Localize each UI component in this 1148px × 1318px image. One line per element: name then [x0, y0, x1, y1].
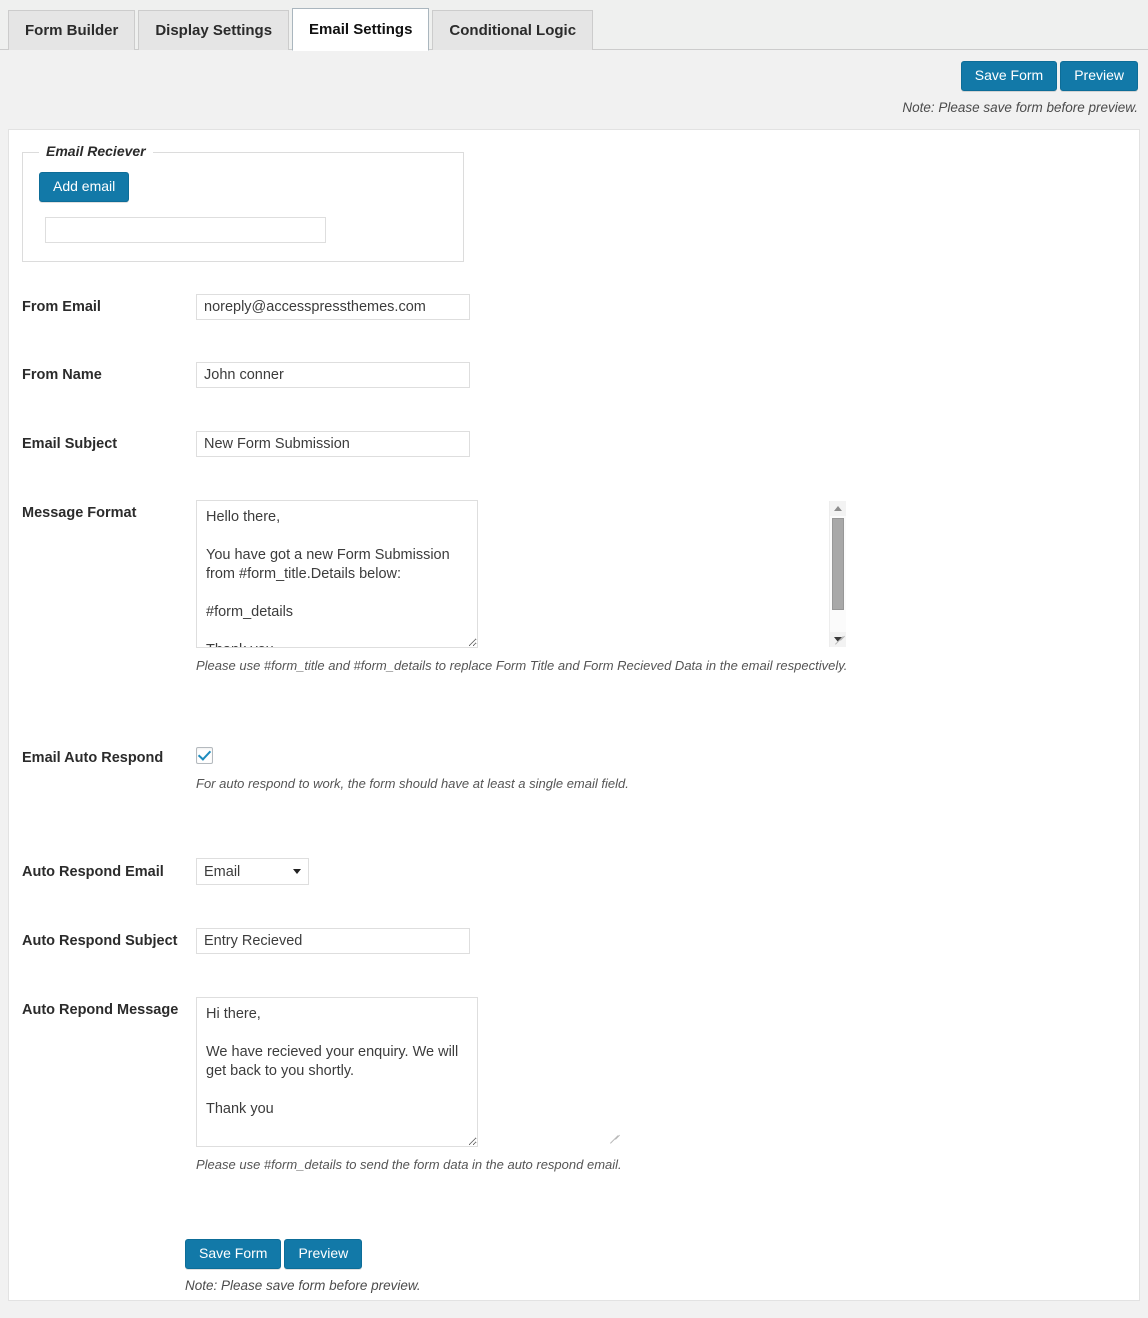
- top-actions: Save Form Preview Note: Please save form…: [902, 61, 1138, 115]
- auto-respond-subject-label: Auto Respond Subject: [22, 933, 178, 949]
- message-format-scrollbar[interactable]: [829, 501, 847, 647]
- tab-bar: Form Builder Display Settings Email Sett…: [0, 0, 1148, 51]
- message-format-textarea[interactable]: Hello there, You have got a new Form Sub…: [196, 500, 478, 648]
- email-subject-label: Email Subject: [22, 436, 118, 452]
- bottom-button-row: Save Form Preview: [185, 1239, 421, 1270]
- auto-respond-subject-input[interactable]: [196, 928, 470, 954]
- email-settings-panel: Email Reciever Add email From Email From…: [8, 129, 1140, 1301]
- preview-button-top[interactable]: Preview: [1060, 61, 1138, 92]
- tab-label: Email Settings: [309, 21, 413, 38]
- save-form-button-bottom[interactable]: Save Form: [185, 1239, 282, 1270]
- tab-email-settings[interactable]: Email Settings: [292, 8, 430, 51]
- auto-respond-email-label: Auto Respond Email: [22, 864, 164, 880]
- tab-label: Form Builder: [25, 22, 119, 39]
- email-auto-respond-helper: For auto respond to work, the form shoul…: [196, 776, 629, 791]
- tab-label: Conditional Logic: [449, 22, 577, 39]
- email-receiver-fieldset: Email Reciever Add email: [22, 143, 464, 262]
- scroll-down-arrow-icon[interactable]: [830, 632, 847, 647]
- scrollbar-thumb[interactable]: [832, 518, 845, 610]
- top-button-row: Save Form Preview: [902, 61, 1138, 92]
- email-receiver-input[interactable]: [45, 217, 326, 243]
- auto-respond-message-textarea-wrap: Hi there, We have recieved your enquiry.…: [196, 997, 622, 1147]
- auto-respond-email-select[interactable]: Email: [196, 858, 309, 885]
- tab-form-builder[interactable]: Form Builder: [8, 10, 136, 51]
- top-save-note: Note: Please save form before preview.: [902, 100, 1138, 116]
- from-name-label: From Name: [22, 367, 102, 383]
- tab-conditional-logic[interactable]: Conditional Logic: [432, 10, 594, 51]
- tab-label: Display Settings: [155, 22, 273, 39]
- message-format-helper: Please use #form_title and #form_details…: [196, 658, 848, 673]
- auto-respond-message-helper: Please use #form_details to send the for…: [196, 1157, 622, 1172]
- from-email-input[interactable]: [196, 294, 470, 320]
- from-email-label: From Email: [22, 299, 101, 315]
- tab-display-settings[interactable]: Display Settings: [138, 10, 290, 51]
- email-auto-respond-checkbox[interactable]: [196, 747, 213, 764]
- add-email-button[interactable]: Add email: [39, 172, 130, 203]
- message-format-textarea-wrap: Hello there, You have got a new Form Sub…: [196, 500, 847, 648]
- from-name-input[interactable]: [196, 362, 470, 388]
- bottom-save-note: Note: Please save form before preview.: [185, 1278, 421, 1294]
- tab-list: Form Builder Display Settings Email Sett…: [8, 0, 1148, 51]
- preview-button-bottom[interactable]: Preview: [284, 1239, 363, 1270]
- email-auto-respond-label: Email Auto Respond: [22, 750, 164, 766]
- save-form-button-top[interactable]: Save Form: [960, 61, 1058, 92]
- scroll-up-arrow-icon[interactable]: [830, 501, 847, 516]
- email-receiver-legend: Email Reciever: [39, 143, 153, 159]
- bottom-actions: Save Form Preview Note: Please save form…: [185, 1239, 421, 1293]
- email-subject-input[interactable]: [196, 431, 470, 457]
- textarea-resize-handle-icon: [608, 1133, 621, 1146]
- top-action-bar: Save Form Preview Note: Please save form…: [0, 50, 1148, 127]
- auto-respond-email-select-wrap: Email: [196, 858, 309, 885]
- auto-respond-message-textarea[interactable]: Hi there, We have recieved your enquiry.…: [196, 997, 478, 1147]
- auto-respond-message-label: Auto Repond Message: [22, 1002, 179, 1018]
- message-format-label: Message Format: [22, 505, 137, 521]
